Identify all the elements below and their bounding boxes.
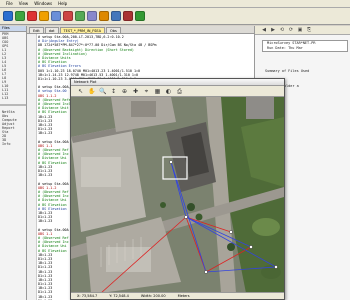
line-gutter — [27, 34, 37, 300]
menu-view[interactable]: View — [19, 1, 29, 6]
listing-header-box: MicroSurvey STAR*NET-PR Run Date: Thu Ma… — [262, 40, 348, 52]
plot-tool-icon[interactable]: ▦ — [154, 88, 161, 95]
status-x: X: 73,584.7 — [77, 294, 98, 298]
survey-network-overlay — [100, 156, 278, 293]
plot-tool-icon[interactable]: ◐ — [165, 88, 172, 95]
plot-status-bar: X: 73,584.7 Y: 72,548.4 Width: 200.00 Me… — [71, 292, 284, 299]
menu-bar: File View Windows Help — [0, 0, 350, 8]
editor-tab[interactable]: dat — [44, 27, 59, 33]
menu-help[interactable]: Help — [58, 1, 67, 6]
panel-splitter[interactable] — [0, 104, 26, 106]
plot-toolbar: ↖ ✋ 🔍 ↕ ⊕ ✚ ⌖ ▦ ◐ ⎙ — [71, 86, 284, 97]
toolbar-button[interactable] — [15, 11, 25, 21]
plot-tool-icon[interactable]: ↖ — [77, 88, 84, 95]
listing-summary-heading: Summary of Files Used — [265, 69, 310, 73]
menu-windows[interactable]: Windows — [34, 1, 52, 6]
editor-tabs: Edit dat TEST_*_PRM_IN_FSEA Obs — [27, 26, 254, 34]
status-y: Y: 72,548.4 — [109, 294, 129, 298]
menu-file[interactable]: File — [6, 1, 13, 6]
listing-tool-icon[interactable]: ⟳ — [288, 27, 294, 33]
toolbar-button[interactable] — [51, 11, 61, 21]
toolbar-button[interactable] — [135, 11, 145, 21]
toolbar-button[interactable] — [39, 11, 49, 21]
network-plot-window[interactable]: Network Plot ↖ ✋ 🔍 ↕ ⊕ ✚ ⌖ ▦ ◐ ⎙ X: 73,5… — [70, 78, 285, 300]
plot-tool-icon[interactable]: ✚ — [132, 88, 139, 95]
listing-run-date: Run Date: Thu Mar — [267, 45, 303, 50]
listing-tool-icon[interactable]: ⟲ — [279, 27, 285, 33]
listing-tool-icon[interactable]: ⎘ — [306, 27, 312, 33]
toolbar-button[interactable] — [27, 11, 37, 21]
toolbar-button[interactable] — [3, 11, 13, 21]
toolbar-button[interactable] — [75, 11, 85, 21]
plot-tool-icon[interactable]: ↕ — [110, 88, 117, 95]
plot-window-title: Network Plot — [71, 79, 284, 86]
editor-tab[interactable]: Obs — [105, 27, 121, 33]
toolbar-button[interactable] — [99, 11, 109, 21]
listing-tool-icon[interactable]: ◀ — [261, 27, 267, 33]
aerial-map-canvas[interactable] — [71, 97, 284, 293]
listing-tool-icon[interactable]: ▣ — [297, 27, 303, 33]
plot-tool-icon[interactable]: ⌖ — [143, 88, 150, 95]
main-toolbar — [0, 8, 350, 25]
editor-tab[interactable]: Edit — [29, 27, 44, 33]
plot-tool-icon[interactable]: ⎙ — [176, 88, 183, 95]
file-tree-item[interactable]: Info — [0, 142, 26, 146]
toolbar-button[interactable] — [63, 11, 73, 21]
toolbar-button[interactable] — [87, 11, 97, 21]
toolbar-button[interactable] — [111, 11, 121, 21]
editor-tab[interactable]: TEST_*_PRM_IN_FSEA — [59, 27, 105, 33]
status-width: Width: 200.00 — [140, 294, 166, 298]
plot-tool-icon[interactable]: ✋ — [88, 88, 95, 95]
plot-tool-icon[interactable]: ⊕ — [121, 88, 128, 95]
status-units: Meters — [177, 294, 190, 298]
plot-tool-icon[interactable]: 🔍 — [99, 88, 106, 95]
project-files-panel: Files PRM OBS COO GPS L1 L2 L3 L4 L5 L6 L7 L8 L9 L10 L… — [0, 26, 27, 300]
toolbar-button[interactable] — [123, 11, 133, 21]
listing-tool-icon[interactable]: ▶ — [270, 27, 276, 33]
listing-toolbar: ◀ ▶ ⟲ ⟳ ▣ ⎘ — [255, 26, 350, 35]
file-tree-item[interactable]: L13 — [0, 96, 26, 100]
